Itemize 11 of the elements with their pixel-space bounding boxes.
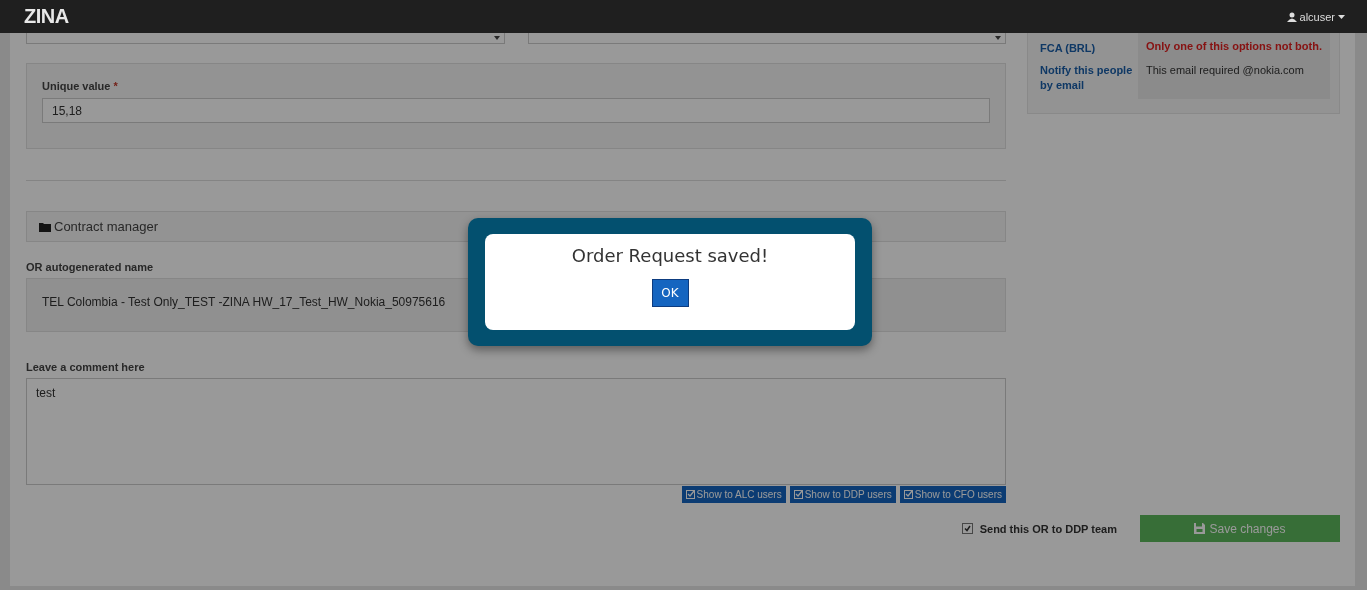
- info-label: Notify this people by email: [1039, 63, 1134, 93]
- dialog-message: Order Request saved!: [571, 245, 769, 266]
- section-title: Contract manager: [54, 219, 159, 234]
- logo: ZINA: [24, 5, 69, 28]
- required-mark: *: [113, 80, 118, 92]
- checkbox-label: Send this OR to DDP team: [979, 522, 1117, 535]
- info-label: FCA (BRL): [1039, 41, 1097, 56]
- field-label: Unique value: [42, 80, 111, 92]
- field-label: OR autogenerated name: [26, 261, 155, 273]
- info-value: This email required @nokia.com: [1138, 57, 1330, 99]
- field-label: Leave a comment here: [26, 361, 146, 373]
